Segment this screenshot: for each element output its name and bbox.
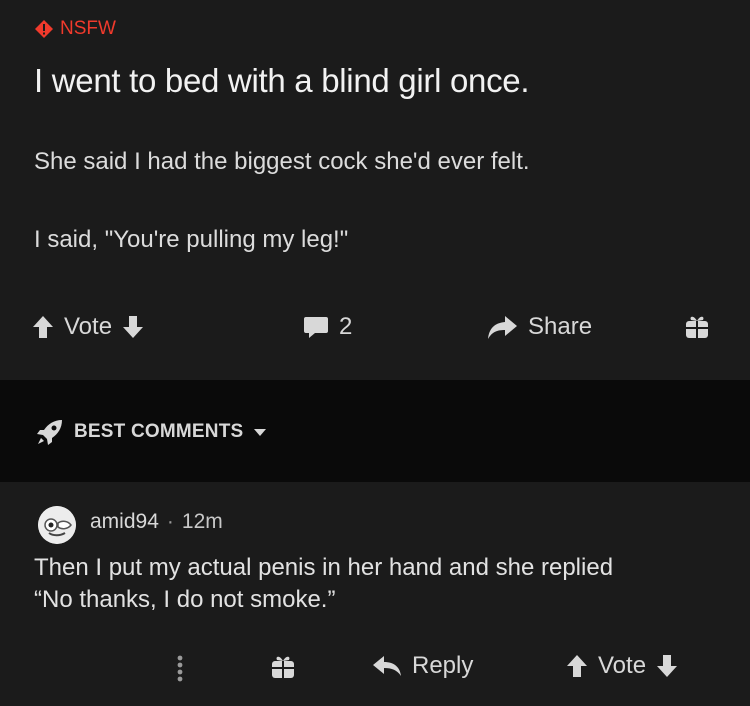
gift-icon <box>686 316 708 338</box>
post-title[interactable]: I went to bed with a blind girl once. <box>34 62 530 100</box>
comment-card: amid94 · 12m Then I put my actual penis … <box>0 482 750 706</box>
comment-award-button[interactable] <box>270 654 296 680</box>
reply-arrow-icon <box>373 656 401 676</box>
more-vertical-icon <box>177 655 183 682</box>
comment-text-line: Then I put my actual penis in her hand a… <box>34 554 614 581</box>
post-card: NSFW I went to bed with a blind girl onc… <box>0 0 750 380</box>
comment-timestamp: 12m <box>181 510 223 533</box>
post-body-line: I said, "You're pulling my leg!" <box>34 226 349 253</box>
share-label: Share <box>528 313 593 340</box>
post-body-line: She said I had the biggest cock she'd ev… <box>34 148 530 175</box>
upvote-arrow-icon[interactable] <box>566 654 588 678</box>
nsfw-label: NSFW <box>60 18 116 39</box>
downvote-arrow-icon[interactable] <box>122 315 144 339</box>
sort-comments-dropdown[interactable]: BEST COMMENTS <box>36 418 267 446</box>
comment-username[interactable]: amid94 <box>90 510 159 534</box>
comment-meta: amid94 · 12m <box>90 510 223 534</box>
share-arrow-icon <box>488 316 517 339</box>
comment-actions: Reply Vote <box>0 650 750 690</box>
vote-label: Vote <box>64 313 113 340</box>
caret-down-icon <box>254 429 267 436</box>
comment-text-line: “No thanks, I do not smoke.” <box>34 586 336 613</box>
post-actions: Vote 2 Share <box>0 310 750 350</box>
meta-separator: · <box>166 510 174 533</box>
sort-label: BEST COMMENTS <box>74 421 244 442</box>
comment-vote-group: Vote <box>566 652 678 680</box>
comment-text: Then I put my actual penis in her hand a… <box>34 552 734 616</box>
gift-icon <box>272 656 294 678</box>
reply-label: Reply <box>412 652 474 679</box>
share-button[interactable]: Share <box>486 313 592 341</box>
downvote-arrow-icon[interactable] <box>656 654 678 678</box>
vote-label: Vote <box>598 652 647 679</box>
comment-bubble-icon <box>304 317 328 338</box>
nsfw-diamond-icon <box>35 20 53 38</box>
comment-count: 2 <box>339 313 353 340</box>
more-options-button[interactable] <box>176 654 184 682</box>
user-avatar-icon <box>38 506 76 544</box>
reply-button[interactable]: Reply <box>372 652 473 680</box>
post-vote-group: Vote <box>32 313 144 341</box>
avatar[interactable] <box>38 506 76 544</box>
rocket-icon <box>37 420 62 445</box>
comments-button[interactable]: 2 <box>303 313 352 341</box>
upvote-arrow-icon[interactable] <box>32 315 54 339</box>
award-button[interactable] <box>684 314 710 340</box>
nsfw-badge: NSFW <box>34 18 116 40</box>
